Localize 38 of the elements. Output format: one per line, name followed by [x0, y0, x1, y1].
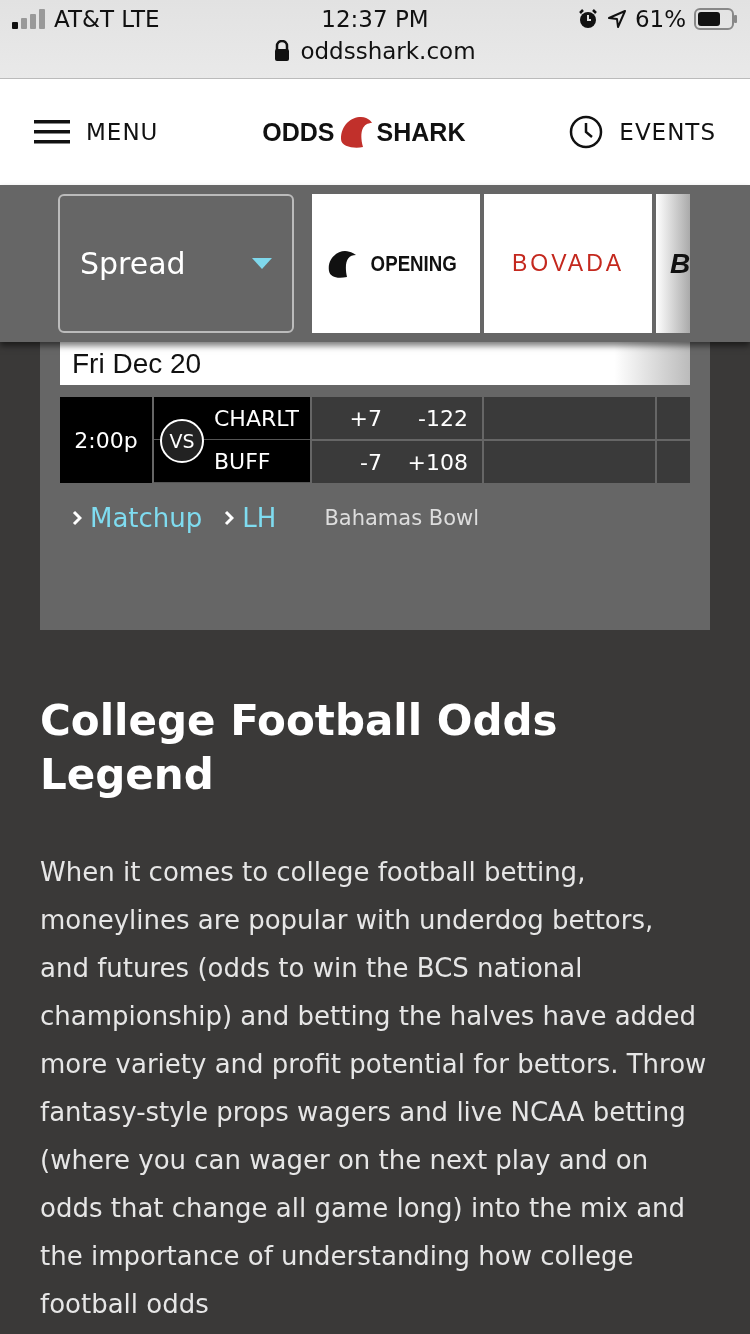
carrier-label: AT&T LTE [54, 6, 160, 32]
shark-fin-icon [338, 115, 373, 149]
fin-icon [327, 248, 358, 279]
book-name: OPENING [370, 250, 458, 277]
chevron-icon [72, 510, 82, 526]
book-name: BOVADA [511, 250, 625, 277]
section-heading: College Football Odds Legend [40, 695, 559, 801]
moneyline-value: -122 [417, 405, 468, 431]
book-name: B [669, 247, 690, 280]
address-bar[interactable]: oddsshark.com [0, 38, 750, 64]
chevron-icon [224, 510, 235, 526]
signal-icon [12, 9, 46, 29]
game-time: 2:00p [60, 397, 152, 483]
event-name: Bahamas Bowl [324, 506, 480, 530]
events-button[interactable]: EVENTS [569, 115, 716, 149]
battery-percent: 61% [634, 6, 686, 32]
sportsbook-tile[interactable]: OPENING [312, 194, 480, 333]
logo-text: SHARK [376, 117, 466, 147]
logo-text: ODDS [262, 117, 335, 147]
legend-paragraph: When it comes to college football betting, moneylines are popular with underdog bettors, and futures (odds to win the BCS national championship) and betting the halves have added more variety and profit potential for bettors. Throw fantasy-style props wagers and live NCAA betting (where you can wager on the next play and on odds that change all game long) into the mix and the importance of understanding how college football odds [40, 856, 708, 1321]
battery-icon [694, 8, 738, 30]
sportsbook-tile[interactable]: B [656, 194, 690, 333]
game-link[interactable]: Matchup [72, 503, 203, 533]
lock-icon [274, 40, 291, 62]
spread-value: +7 [349, 405, 382, 431]
sportsbook-tile[interactable]: BOVADA [484, 194, 652, 333]
url-text: oddsshark.com [300, 38, 476, 64]
market-dropdown[interactable]: Spread [58, 194, 294, 333]
menu-button[interactable]: MENU [34, 119, 159, 145]
moneyline-value: +108 [406, 449, 468, 475]
game-link[interactable]: LH [224, 503, 277, 533]
spread-value: -7 [360, 449, 382, 475]
location-arrow-icon [606, 9, 627, 29]
caret-icon [252, 257, 272, 270]
menu-icon [34, 120, 70, 144]
clock-time: 12:37 PM [321, 6, 429, 32]
game-date: Fri Dec 20 [72, 348, 202, 379]
clock-icon [569, 115, 604, 149]
